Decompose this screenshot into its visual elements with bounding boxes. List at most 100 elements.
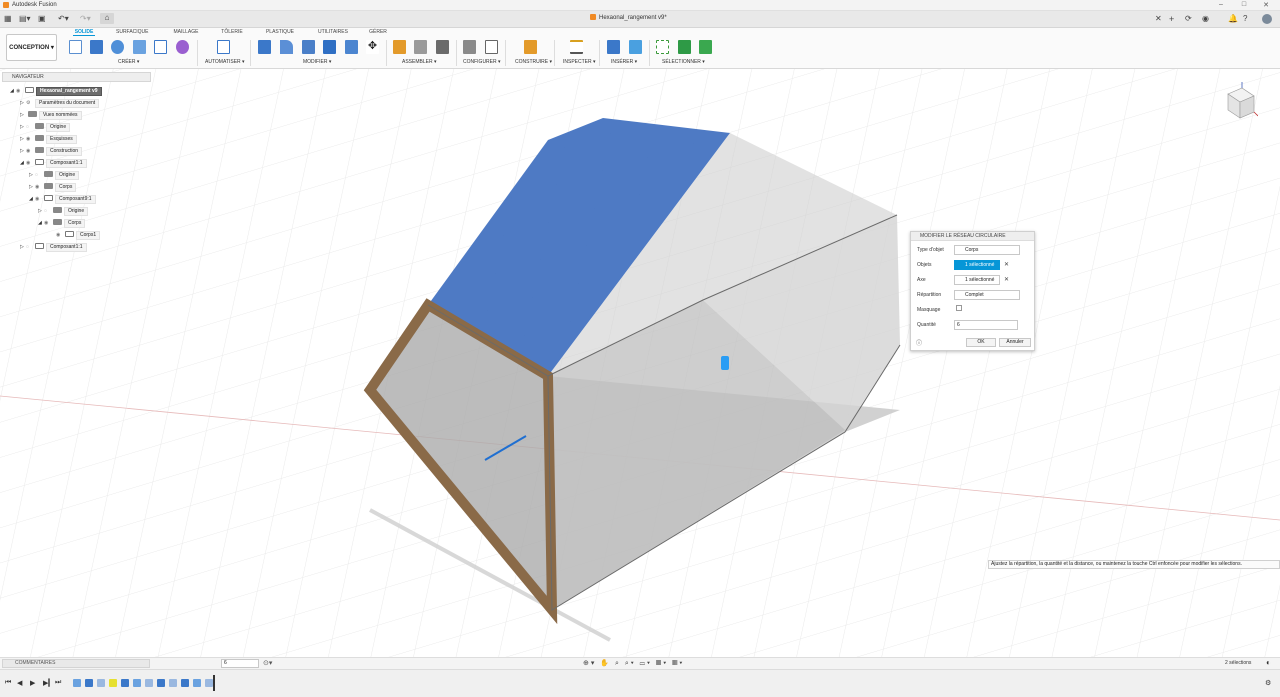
eye-icon[interactable]: ◌ [26,122,33,132]
tree-item-bodies[interactable]: ▷ ◉ Corps [29,182,77,192]
save-icon[interactable]: ▣ [38,14,46,24]
viewcube[interactable] [1222,80,1258,124]
tree-item-origin[interactable]: ▷ ◌ Origine [20,122,71,132]
timeline-feature-icon[interactable] [193,679,201,687]
tree-item-doc-settings[interactable]: ▷ ⚙ Paramètres du document [20,98,100,108]
group-assemble[interactable]: ASSEMBLER ▾ [402,59,436,65]
tab-gerer[interactable]: GÉRER [368,29,388,35]
sync-icon[interactable]: ⟳ [1185,14,1192,24]
group-construct[interactable]: CONSTRUIRE ▾ [515,59,552,65]
step-counter-input[interactable]: 6 [221,659,259,668]
measure-icon[interactable] [570,40,583,54]
select-priority-icon[interactable] [699,40,712,54]
move-icon[interactable]: ✥ [366,40,379,54]
group-automate[interactable]: AUTOMATISER ▾ [205,59,245,65]
group-insert[interactable]: INSÉRER ▾ [611,59,637,65]
eye-icon[interactable]: ◉ [26,134,33,144]
tree-item-bodies[interactable]: ◢ ◉ Corps [38,218,86,228]
clear-axis-icon[interactable]: ✕ [1004,276,1009,283]
redo-icon[interactable]: ↷▾ [80,14,91,24]
tree-item-construction[interactable]: ▷ ◉ Construction [20,146,83,156]
suppression-checkbox[interactable] [956,305,962,311]
navigation-tools[interactable]: ⊕▾ ✋ ⌕ ⌕▾ ▭▾ ▦▾ ▦▾ [583,659,684,668]
hole-icon[interactable] [133,40,146,54]
objects-selection[interactable]: 1 sélectionné [954,260,1000,270]
eye-icon[interactable]: ◉ [56,230,63,240]
chamfer-icon[interactable] [302,40,315,54]
automate-icon[interactable] [217,40,230,54]
info-icon[interactable]: ⓘ [916,338,922,347]
timeline-feature-icon[interactable] [121,679,129,687]
timeline-marker[interactable] [213,675,215,691]
timeline-feature-icon[interactable] [97,679,105,687]
insert-image-icon[interactable] [629,40,642,54]
eye-icon[interactable]: ◉ [26,158,33,168]
extrude-icon[interactable] [90,40,103,54]
tree-item-component1[interactable]: ◢ ◉ Composant1:1 [20,158,87,168]
as-built-joint-icon[interactable] [436,40,449,54]
timeline-settings-icon[interactable]: ⚙ [1265,679,1271,687]
timeline-feature-icon[interactable] [85,679,93,687]
create-sketch-icon[interactable] [69,40,82,54]
minimize-button[interactable]: – [1214,1,1228,8]
timeline-next-icon[interactable]: ▶▎ [43,679,54,687]
timeline-feature-icon[interactable] [133,679,141,687]
quantity-input[interactable]: 6 [954,320,1018,330]
revolve-icon[interactable] [111,40,124,54]
tab-solide[interactable]: SOLIDE [73,29,95,36]
object-type-select[interactable]: Corps [954,245,1020,255]
camera-icon[interactable]: ⊙▾ [263,659,272,667]
eye-icon[interactable]: ◉ [16,86,23,96]
press-pull-icon[interactable] [258,40,271,54]
tree-item-component9[interactable]: ◢ ◉ Composant9:1 [29,194,96,204]
group-create[interactable]: CRÉER ▾ [118,59,139,65]
jobs-icon[interactable]: ◉ [1202,14,1209,24]
new-component-icon[interactable] [393,40,406,54]
timeline-end-icon[interactable]: ⏭ [55,679,61,687]
maximize-button[interactable]: □ [1237,1,1251,8]
timeline-start-icon[interactable]: ⏮ [5,679,11,687]
tree-item-component1-second[interactable]: ▷ ◌ Composant1:1 [20,242,87,252]
tab-utilitaires[interactable]: UTILITAIRES [317,29,349,35]
new-tab-icon[interactable]: + [1169,14,1174,24]
group-configure[interactable]: CONFIGURER ▾ [463,59,501,65]
timeline-prev-icon[interactable]: ◀ [17,679,22,687]
timeline-feature-icon[interactable] [109,679,117,687]
form-icon[interactable] [176,40,189,54]
insert-derive-icon[interactable] [607,40,620,54]
timeline-play-icon[interactable]: ▶ [30,679,35,687]
select-window-icon[interactable] [656,40,669,54]
timeline-feature-icon[interactable] [157,679,165,687]
cancel-button[interactable]: Annuler [999,338,1031,347]
distribution-select[interactable]: Complet [954,290,1020,300]
combine-icon[interactable] [345,40,358,54]
tab-surfacique[interactable]: SURFACIQUE [116,29,149,35]
shell-icon[interactable] [323,40,336,54]
joint-icon[interactable] [414,40,427,54]
select-body-icon[interactable] [678,40,691,54]
eye-icon[interactable]: ◌ [26,242,33,252]
timeline-feature-icon[interactable] [181,679,189,687]
tab-plastique[interactable]: PLASTIQUE [265,29,295,35]
close-tab-icon[interactable]: ✕ [1155,14,1162,24]
selection-filter-icon[interactable]: ◐ [1266,658,1271,667]
eye-icon[interactable]: ◌ [35,170,42,180]
help-icon[interactable]: ? [1243,14,1247,24]
timeline-feature-icon[interactable] [145,679,153,687]
eye-icon[interactable]: ◌ [44,206,51,216]
file-menu-icon[interactable]: ▤▾ [19,14,31,24]
construct-plane-icon[interactable] [524,40,537,54]
tree-item-named-views[interactable]: ▷ Vues nommées [20,110,82,120]
fillet-icon[interactable] [280,40,293,54]
group-inspect[interactable]: INSPECTER ▾ [563,59,596,65]
tree-item-origin[interactable]: ▷ ◌ Origine [38,206,89,216]
tree-item-body1[interactable]: ◉ Corps1 [56,230,101,240]
pattern-icon[interactable] [154,40,167,54]
parameters-table-icon[interactable] [485,40,498,54]
tab-tolerie[interactable]: TÔLERIE [221,29,243,35]
undo-icon[interactable]: ↶▾ [58,14,69,24]
document-tab[interactable]: Hexaonal_rangement v9* [590,14,667,21]
eye-icon[interactable]: ◉ [44,218,51,228]
tree-item-origin[interactable]: ▷ ◌ Origine [29,170,80,180]
eye-icon[interactable]: ◉ [35,182,42,192]
